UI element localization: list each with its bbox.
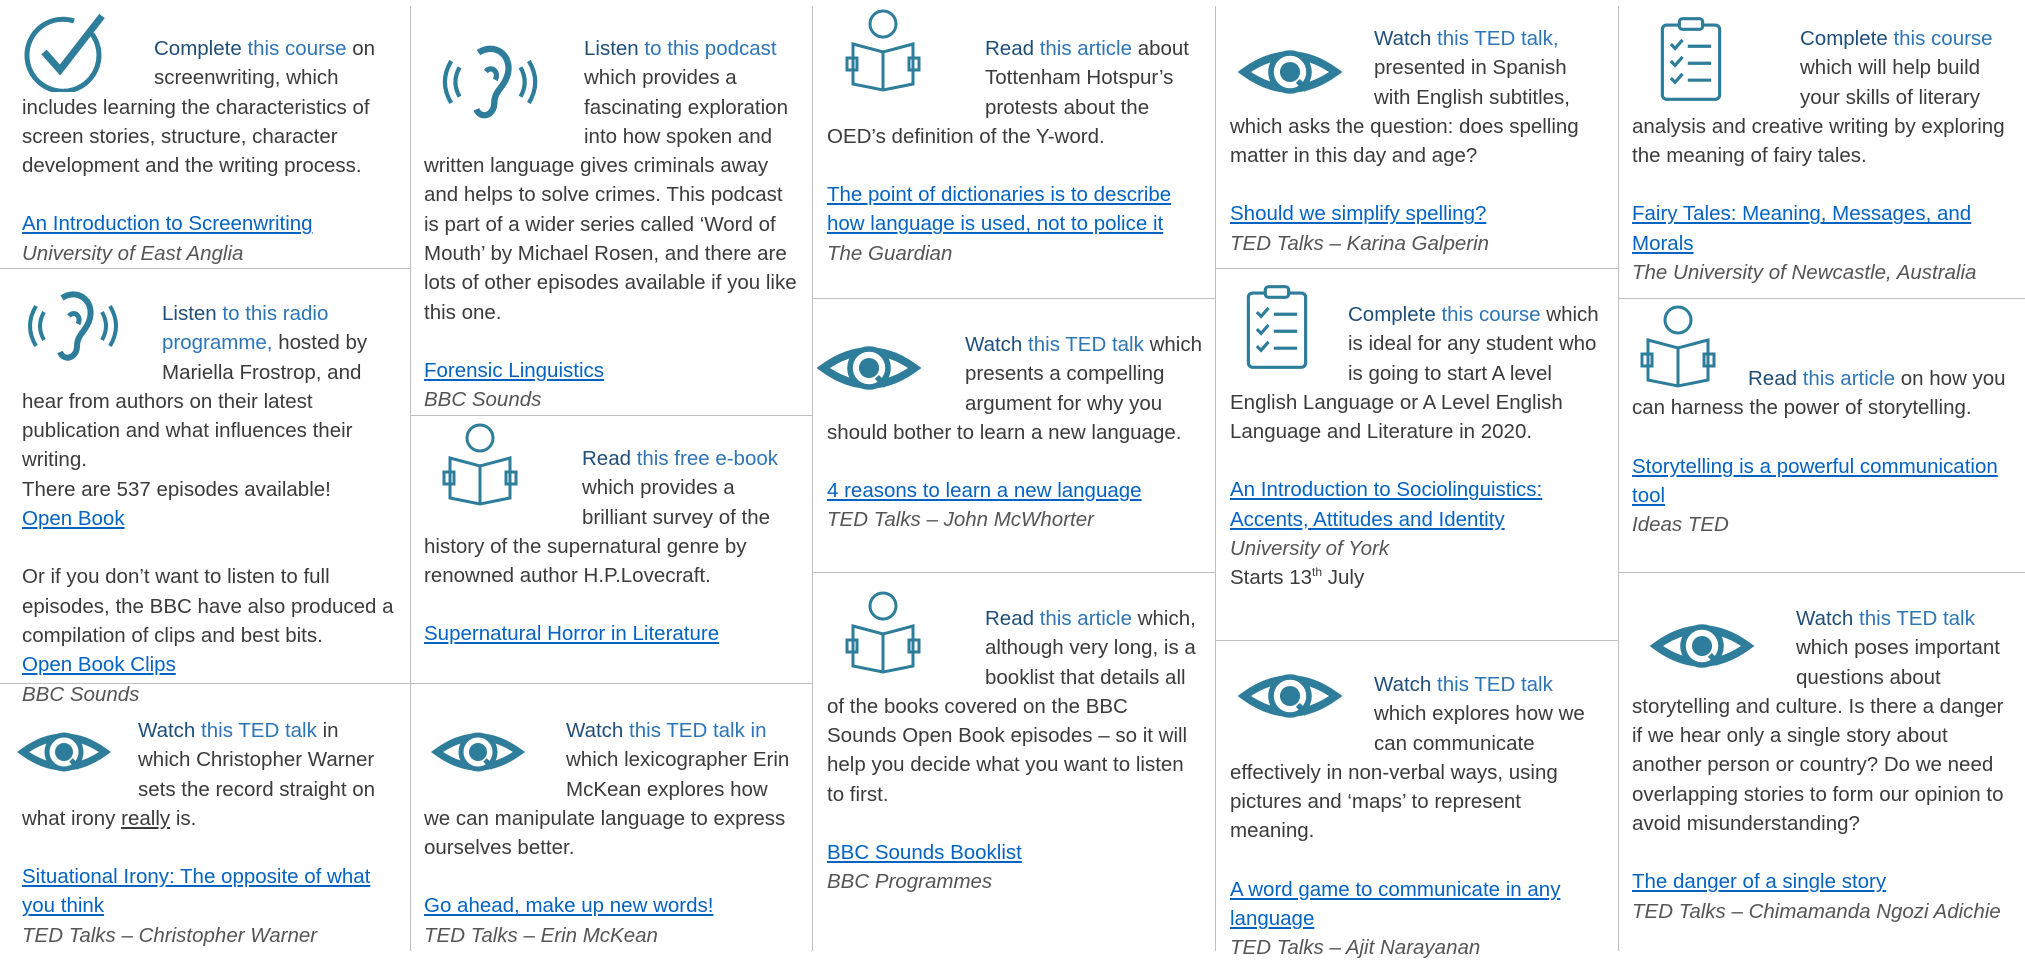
reader-icon xyxy=(1640,305,1716,388)
card-verb: Watch xyxy=(566,719,624,742)
card-source: TED Talks – Chimamanda Ngozi Adichie xyxy=(1632,899,2001,923)
podcast-link[interactable]: Forensic Linguistics xyxy=(424,359,604,382)
card-verb: Read xyxy=(985,607,1035,630)
card-source: The Guardian xyxy=(827,241,953,265)
article-link[interactable]: The point of dictionaries is to describe… xyxy=(827,183,1171,235)
card-source: TED Talks – John McWhorter xyxy=(827,508,1094,532)
ebook-card: Read this free e-book which provides a b… xyxy=(424,423,798,649)
card-verb: Read xyxy=(582,447,632,470)
card-accent: this TED talk xyxy=(195,719,317,742)
card-source: TED Talks – Ajit Narayanan xyxy=(1230,936,1481,960)
card-extra: There are 537 episodes available! xyxy=(22,477,331,501)
eye-icon xyxy=(809,330,929,406)
course-card: Complete this course which is ideal for … xyxy=(1230,285,1604,593)
course-start-suffix: th xyxy=(1312,565,1323,580)
card-accent: this article xyxy=(1034,607,1132,630)
tedtalk-link[interactable]: Go ahead, make up new words! xyxy=(424,894,713,917)
article-card: Read this article which, although very l… xyxy=(827,591,1202,897)
eye-icon xyxy=(428,718,528,786)
card-verb: Complete xyxy=(1800,27,1888,50)
radio-link[interactable]: Open Book xyxy=(22,507,125,530)
card-body-underlined: really xyxy=(121,806,171,830)
eye-icon xyxy=(14,718,114,786)
tedtalk-card: Watch this TED talk in which lexicograph… xyxy=(424,710,798,950)
card-accent: this article xyxy=(1797,367,1895,390)
tedtalk-card: Watch this TED talk, presented in Spanis… xyxy=(1230,24,1604,258)
clips-link[interactable]: Open Book Clips xyxy=(22,653,176,676)
course-link[interactable]: Fairy Tales: Meaning, Messages, and Mora… xyxy=(1632,202,1971,254)
ebook-link[interactable]: Supernatural Horror in Literature xyxy=(424,622,719,645)
card-accent: this TED talk xyxy=(1431,673,1553,696)
card-accent: this TED talk in xyxy=(623,719,767,742)
tedtalk-link[interactable]: 4 reasons to learn a new language xyxy=(827,479,1142,502)
card-source: TED Talks – Erin McKean xyxy=(424,923,658,947)
card-verb: Watch xyxy=(1796,607,1854,630)
card-accent: this course xyxy=(1887,27,1993,50)
podcast-card: Listen to this podcast which provides a … xyxy=(424,34,798,415)
tedtalk-link[interactable]: Should we simplify spelling? xyxy=(1230,202,1486,225)
card-source: TED Talks – Christopher Warner xyxy=(22,923,318,947)
card-verb: Watch xyxy=(138,719,196,742)
card-accent: this free e-book xyxy=(631,447,779,470)
card-verb: Complete xyxy=(154,37,242,60)
card-source: BBC Sounds xyxy=(22,682,140,706)
card-verb: Watch xyxy=(1374,673,1432,696)
card-source: BBC Sounds xyxy=(424,388,542,412)
tedtalk-link[interactable]: Situational Irony: The opposite of what … xyxy=(22,865,370,917)
article-link[interactable]: Storytelling is a powerful communication… xyxy=(1632,455,1998,507)
card-accent: this TED talk xyxy=(1853,607,1975,630)
card-accent: this article xyxy=(1034,37,1132,60)
booklist-link[interactable]: BBC Sounds Booklist xyxy=(827,841,1022,864)
course-start-month: July xyxy=(1322,566,1365,590)
course-link[interactable]: An Introduction to Screenwriting xyxy=(22,212,313,235)
course-link[interactable]: An Introduction to Sociolinguistics: Acc… xyxy=(1230,478,1542,530)
card-accent: this TED talk, xyxy=(1431,27,1559,50)
ear-icon xyxy=(434,40,544,124)
card-verb: Watch xyxy=(965,333,1023,356)
tedtalk-card: Watch this TED talk which presents a com… xyxy=(827,330,1202,535)
course-card: Complete this course on screenwriting, w… xyxy=(22,10,394,268)
checkmark-circle-icon xyxy=(22,12,108,92)
card-accent: to this podcast xyxy=(638,37,777,60)
tedtalk-card: Watch this TED talk which explores how w… xyxy=(1230,670,1604,963)
checklist-icon xyxy=(1246,285,1308,369)
eye-icon xyxy=(1642,608,1762,684)
card-verb: Watch xyxy=(1374,27,1432,50)
card-source: The University of Newcastle, Australia xyxy=(1632,261,1977,285)
reader-icon xyxy=(845,591,921,674)
card-accent: this course xyxy=(241,37,347,60)
tedtalk-card: Watch this TED talk in which Christopher… xyxy=(22,710,394,950)
card-verb: Listen xyxy=(162,302,217,325)
card-body-end: is. xyxy=(170,806,197,830)
reader-icon xyxy=(845,9,921,92)
card-extra-text: Or if you don’t want to listen to full e… xyxy=(22,565,394,647)
card-source: University of York xyxy=(1230,537,1390,561)
card-source: TED Talks – Karina Galperin xyxy=(1230,231,1490,255)
card-source: Ideas TED xyxy=(1632,513,1729,537)
course-card: Complete this course which will help bui… xyxy=(1632,17,2012,287)
card-source: University of East Anglia xyxy=(22,241,244,265)
card-accent: this TED talk xyxy=(1022,333,1144,356)
course-start: Starts 13 xyxy=(1230,566,1313,590)
article-card: Read this article about Tottenham Hotspu… xyxy=(827,9,1202,268)
reader-icon xyxy=(442,423,518,506)
card-source: BBC Programmes xyxy=(827,870,993,894)
card-verb: Read xyxy=(985,37,1035,60)
tedtalk-link[interactable]: A word game to communicate in any langua… xyxy=(1230,878,1560,930)
eye-icon xyxy=(1230,34,1350,110)
card-verb: Read xyxy=(1748,367,1798,390)
tedtalk-card: Watch this TED talk which poses importan… xyxy=(1632,604,2012,926)
ear-icon xyxy=(22,286,122,366)
checklist-icon xyxy=(1660,17,1722,101)
card-accent: this course xyxy=(1435,303,1541,326)
card-verb: Listen xyxy=(584,37,639,60)
tedtalk-link[interactable]: The danger of a single story xyxy=(1632,870,1886,893)
eye-icon xyxy=(1230,658,1350,734)
article-card: Read this article on how you can harness… xyxy=(1632,305,2012,539)
radio-card: Listen to this radio programme, hosted b… xyxy=(22,284,394,709)
card-verb: Complete xyxy=(1348,303,1436,326)
